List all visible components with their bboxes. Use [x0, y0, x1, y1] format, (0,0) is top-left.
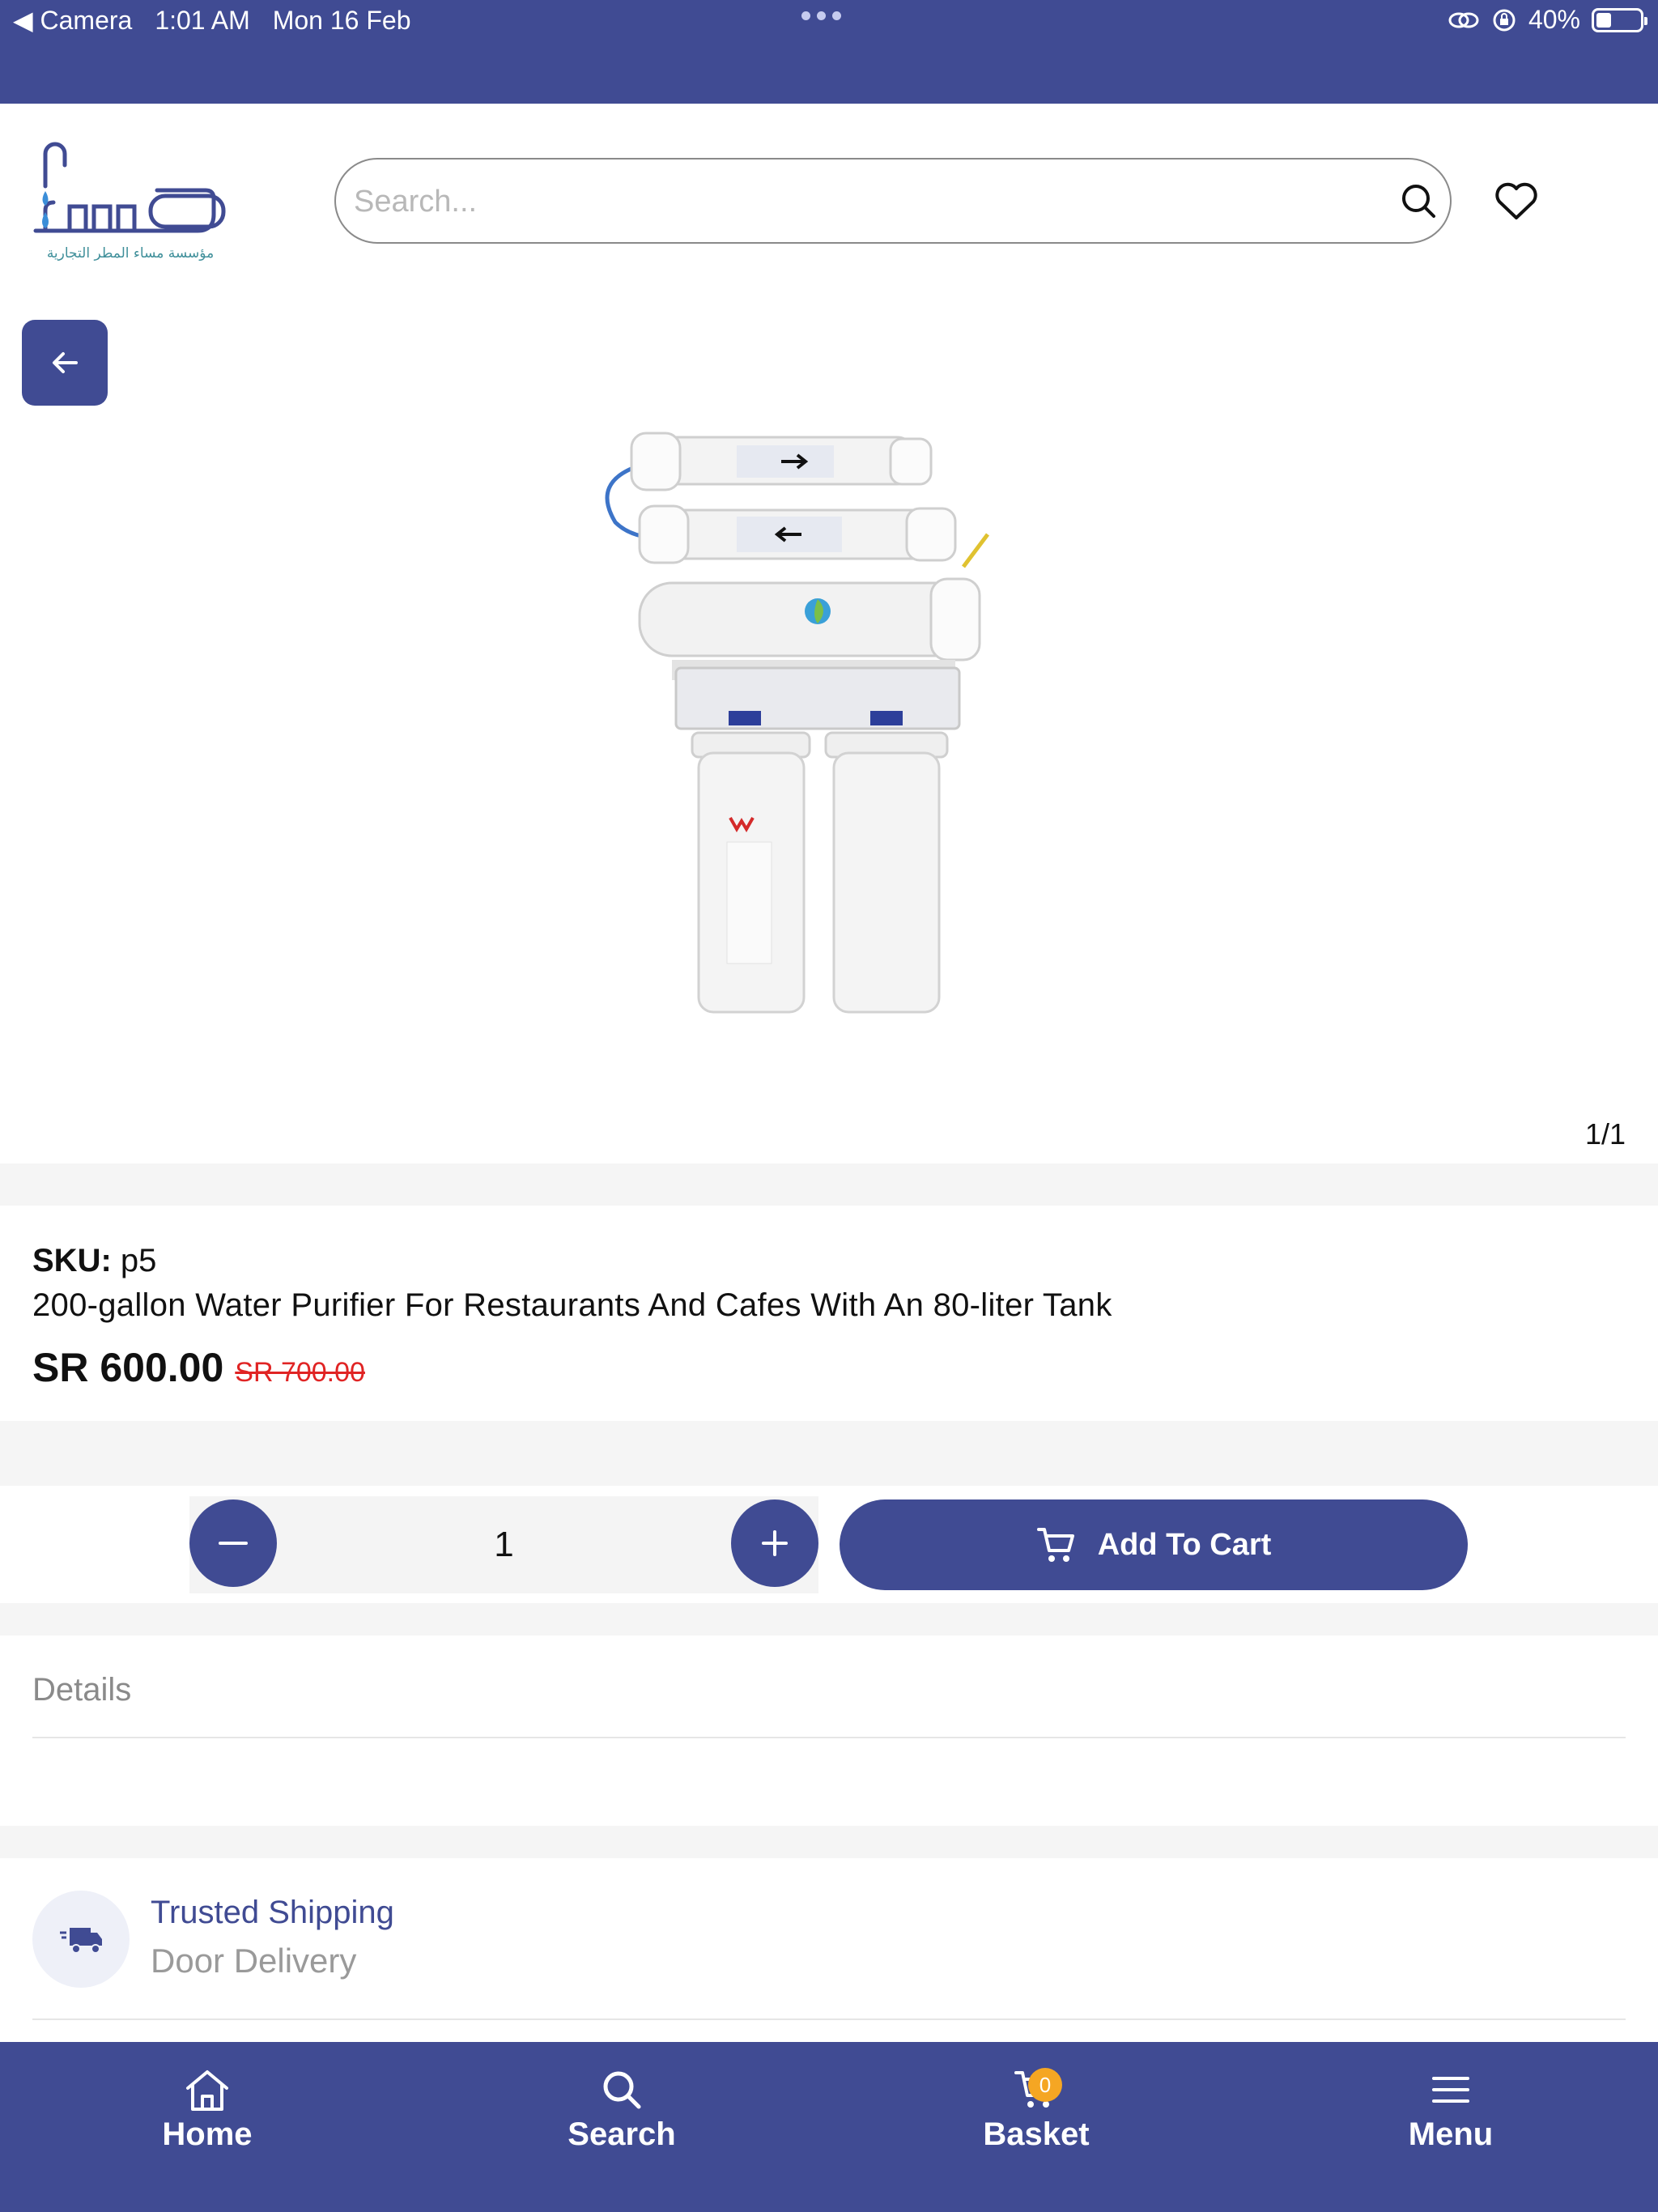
- back-button[interactable]: [22, 320, 108, 406]
- home-icon: [186, 2070, 228, 2111]
- menu-icon: [1432, 2077, 1469, 2103]
- heart-icon: [1495, 182, 1537, 219]
- search-bar: [334, 158, 1452, 244]
- basket-count-badge: 0: [1028, 2068, 1062, 2102]
- nav-home-label: Home: [162, 2116, 253, 2152]
- shipping-title: Trusted Shipping: [151, 1895, 394, 1930]
- quantity-stepper: 1: [189, 1496, 818, 1593]
- current-price: SR 600.00: [32, 1345, 224, 1390]
- sku-label: SKU:: [32, 1243, 112, 1278]
- wishlist-button[interactable]: [1488, 173, 1545, 230]
- product-image[interactable]: [551, 421, 1052, 1036]
- original-price: SR 700.00: [235, 1357, 365, 1388]
- plus-icon: [762, 1530, 788, 1556]
- multitasking-dots-icon[interactable]: [801, 11, 841, 20]
- add-to-cart-label: Add To Cart: [1097, 1527, 1272, 1562]
- section-divider: [0, 1163, 1658, 1206]
- battery-icon: [1592, 7, 1647, 32]
- decrease-quantity-button[interactable]: [189, 1499, 277, 1587]
- nav-search[interactable]: Search: [414, 2042, 829, 2212]
- battery-percent: 40%: [1528, 5, 1580, 34]
- store-logo[interactable]: مؤسسة مساء المطر التجارية: [21, 138, 240, 267]
- logo-arabic-text: مؤسسة مساء المطر التجارية: [47, 245, 214, 262]
- section-divider: [0, 1421, 1658, 1486]
- search-icon: [603, 2071, 641, 2109]
- price-row: SR 600.00 SR 700.00: [32, 1344, 365, 1391]
- product-title: 200-gallon Water Purifier For Restaurant…: [32, 1287, 1112, 1323]
- section-divider: [0, 1826, 1658, 1858]
- search-icon: [1402, 185, 1435, 218]
- shipping-badge: [32, 1891, 130, 1988]
- minus-icon: [219, 1542, 248, 1545]
- image-counter: 1/1: [1584, 1117, 1626, 1151]
- search-input[interactable]: [352, 160, 1359, 244]
- shipping-divider: [32, 2018, 1626, 2020]
- section-divider: [0, 1603, 1658, 1636]
- sku-value: p5: [120, 1243, 157, 1278]
- back-to-app-link[interactable]: ◀ Camera: [13, 5, 132, 36]
- cart-icon: [1036, 1528, 1074, 1562]
- tab-details[interactable]: Details: [32, 1672, 131, 1708]
- product-sku: SKU: p5: [32, 1243, 156, 1279]
- nav-basket[interactable]: Basket: [829, 2042, 1244, 2212]
- truck-icon: [60, 1928, 102, 1954]
- status-bar-left: ◀ Camera 1:01 AM Mon 16 Feb: [13, 5, 410, 36]
- nav-menu-label: Menu: [1408, 2116, 1494, 2152]
- shipping-subtitle: Door Delivery: [151, 1942, 357, 1980]
- add-to-cart-button[interactable]: Add To Cart: [840, 1499, 1468, 1590]
- nav-home[interactable]: Home: [0, 2042, 414, 2212]
- quantity-value[interactable]: 1: [277, 1496, 731, 1593]
- bottom-navigation: Home Search Basket Menu: [0, 2042, 1658, 2212]
- link-icon: [1448, 12, 1479, 28]
- increase-quantity-button[interactable]: [731, 1499, 818, 1587]
- nav-menu[interactable]: Menu: [1244, 2042, 1658, 2212]
- status-bar: ◀ Camera 1:01 AM Mon 16 Feb 40%: [0, 0, 1658, 104]
- arrow-left-icon: [53, 352, 78, 373]
- nav-search-label: Search: [568, 2116, 676, 2152]
- search-button[interactable]: [1392, 174, 1445, 228]
- nav-basket-label: Basket: [983, 2116, 1090, 2152]
- status-bar-right: 40%: [1448, 5, 1647, 35]
- details-divider: [32, 1737, 1626, 1738]
- rotation-lock-icon: [1493, 9, 1516, 31]
- status-date: Mon 16 Feb: [272, 5, 411, 35]
- status-time: 1:01 AM: [155, 5, 250, 35]
